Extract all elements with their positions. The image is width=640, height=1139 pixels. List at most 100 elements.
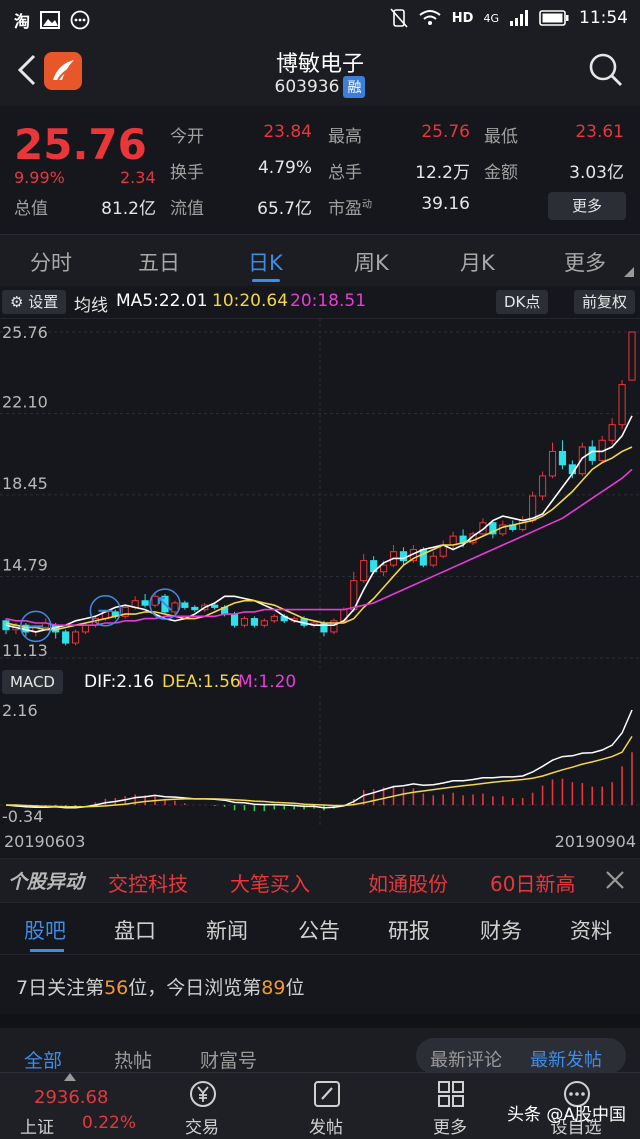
gear-icon: ⚙ — [10, 293, 24, 311]
quote-more-button[interactable]: 更多 — [548, 192, 626, 220]
margin-badge: 融 — [343, 76, 366, 98]
ticker-item[interactable]: 如通股份 — [368, 868, 448, 897]
ma-title: 均线 — [74, 296, 108, 316]
current-price: 25.76 — [14, 120, 147, 169]
candle-body — [360, 560, 368, 582]
attention-rank: 7日关注第56位，今日浏览第89位 — [0, 954, 640, 1015]
y-tick-label: 25.76 — [2, 323, 48, 342]
candle — [389, 545, 398, 568]
info-tab-indicator — [30, 949, 64, 952]
sort-latest-reply[interactable]: 最新评论 — [430, 1046, 502, 1072]
candle-body — [429, 555, 437, 566]
candle — [141, 594, 149, 608]
candle-body — [62, 631, 70, 644]
candle-body — [250, 618, 258, 626]
macd-indicator-button[interactable]: MACD — [2, 670, 63, 694]
candle — [628, 331, 636, 381]
candle-body — [181, 602, 189, 608]
tab-weekly-k[interactable]: 周K — [354, 247, 389, 277]
network-type: 4G — [483, 11, 499, 25]
y-tick-label: 18.45 — [2, 474, 48, 493]
tab-order-book[interactable]: 盘口 — [114, 915, 156, 945]
feed-tab-all[interactable]: 全部 — [24, 1046, 62, 1073]
candle-body — [81, 624, 90, 633]
dropdown-corner-icon — [624, 267, 634, 277]
ticker-item[interactable]: 60日新高 — [490, 868, 575, 897]
feed-tab-hot[interactable]: 热帖 — [114, 1046, 152, 1073]
status-bar: 淘 HD 4G 11:54 — [0, 0, 640, 38]
candle — [330, 618, 338, 635]
candle — [181, 600, 189, 610]
feed-tab-wealth[interactable]: 财富号 — [200, 1046, 257, 1073]
candle-body — [628, 331, 636, 381]
ticker-item[interactable]: 大笔买入 — [230, 868, 310, 897]
macd-line-dif — [5, 709, 633, 809]
tab-monthly-k[interactable]: 月K — [460, 247, 495, 277]
candle — [62, 629, 70, 646]
tab-research[interactable]: 研报 — [388, 915, 430, 945]
candle — [558, 440, 567, 470]
tab-five-day[interactable]: 五日 — [138, 247, 180, 277]
chart-toolbar: ⚙ 设置 均线 MA5:22.01 10:20.64 20:18.51 DK点 … — [0, 286, 640, 319]
amount-value: 3.03亿 — [569, 163, 624, 183]
date-axis: 20190603 20190904 — [0, 828, 640, 858]
tab-guba[interactable]: 股吧 — [24, 915, 66, 945]
candle — [538, 471, 547, 501]
feed-tabs: 全部 热帖 财富号 最新评论 最新发帖 — [0, 1028, 640, 1074]
tab-intraday[interactable]: 分时 — [30, 247, 72, 277]
candle — [260, 618, 268, 628]
dk-point-button[interactable]: DK点 — [496, 290, 549, 314]
candle — [121, 605, 129, 619]
change-percent: 9.99% — [14, 168, 65, 187]
date-start: 20190603 — [4, 832, 86, 851]
nav-trade[interactable]: 交易 — [152, 1073, 252, 1139]
open-label: 今开 — [170, 127, 204, 147]
low-label: 最低 — [484, 127, 518, 147]
close-icon[interactable] — [604, 869, 626, 891]
ma-line-ma10 — [5, 446, 633, 631]
macd-toolbar: MACD DIF:2.16 DEA:1.56 M:1.20 — [0, 668, 640, 696]
tab-news[interactable]: 新闻 — [206, 915, 248, 945]
status-left: 淘 — [14, 8, 90, 32]
candle — [618, 380, 626, 430]
date-end: 20190904 — [554, 832, 636, 851]
rank-prefix: 7日关注第 — [16, 977, 105, 999]
ticker-item[interactable]: 交控科技 — [108, 868, 188, 897]
candle — [598, 435, 606, 463]
period-tabs: 分时 五日 日K 周K 月K 更多 — [0, 234, 640, 287]
chart-settings-button[interactable]: ⚙ 设置 — [2, 290, 67, 314]
tab-announcements[interactable]: 公告 — [298, 915, 340, 945]
info-tabs: 股吧 盘口 新闻 公告 研报 财务 资料 — [0, 902, 640, 955]
high-value: 25.76 — [421, 122, 470, 142]
attention-rank-text: 7日关注第56位，今日浏览第89位 — [16, 973, 305, 1000]
edit-icon — [314, 1081, 340, 1107]
sort-latest-post[interactable]: 最新发帖 — [530, 1046, 602, 1072]
nav-post[interactable]: 发帖 — [276, 1073, 376, 1139]
candle — [191, 605, 199, 612]
nav-more[interactable]: 更多 — [400, 1073, 500, 1139]
candle-body — [211, 604, 219, 608]
change-amount: 2.34 — [120, 168, 156, 187]
adjust-button[interactable]: 前复权 — [574, 290, 636, 314]
nav-more-label: 更多 — [433, 1118, 467, 1138]
tab-more-periods[interactable]: 更多 — [564, 247, 606, 277]
hd-icon: HD — [451, 10, 474, 26]
ma-line-ma5 — [5, 415, 633, 633]
candle-body — [151, 595, 159, 606]
browse-rank-number: 89 — [261, 977, 286, 999]
candle — [548, 442, 557, 479]
index-value: 2936.68 — [34, 1087, 109, 1108]
index-quote[interactable]: 2936.68 上证 0.22% — [0, 1073, 140, 1139]
candlestick-chart[interactable]: 25.76 22.10 18.45 14.79 11.13 — [0, 318, 640, 668]
macd-chart[interactable]: 2.16 -0.34 — [0, 696, 640, 828]
candle-body — [618, 384, 626, 426]
macd-y-tick-label: -0.34 — [2, 807, 43, 826]
nav-trade-label: 交易 — [185, 1118, 219, 1138]
tab-daily-k[interactable]: 日K — [248, 247, 283, 277]
tab-finance[interactable]: 财务 — [480, 915, 522, 945]
tab-profile[interactable]: 资料 — [570, 915, 612, 945]
search-icon[interactable] — [588, 52, 624, 88]
candle-body — [320, 622, 328, 633]
amount-label: 金额 — [484, 163, 518, 183]
candle — [270, 614, 278, 624]
